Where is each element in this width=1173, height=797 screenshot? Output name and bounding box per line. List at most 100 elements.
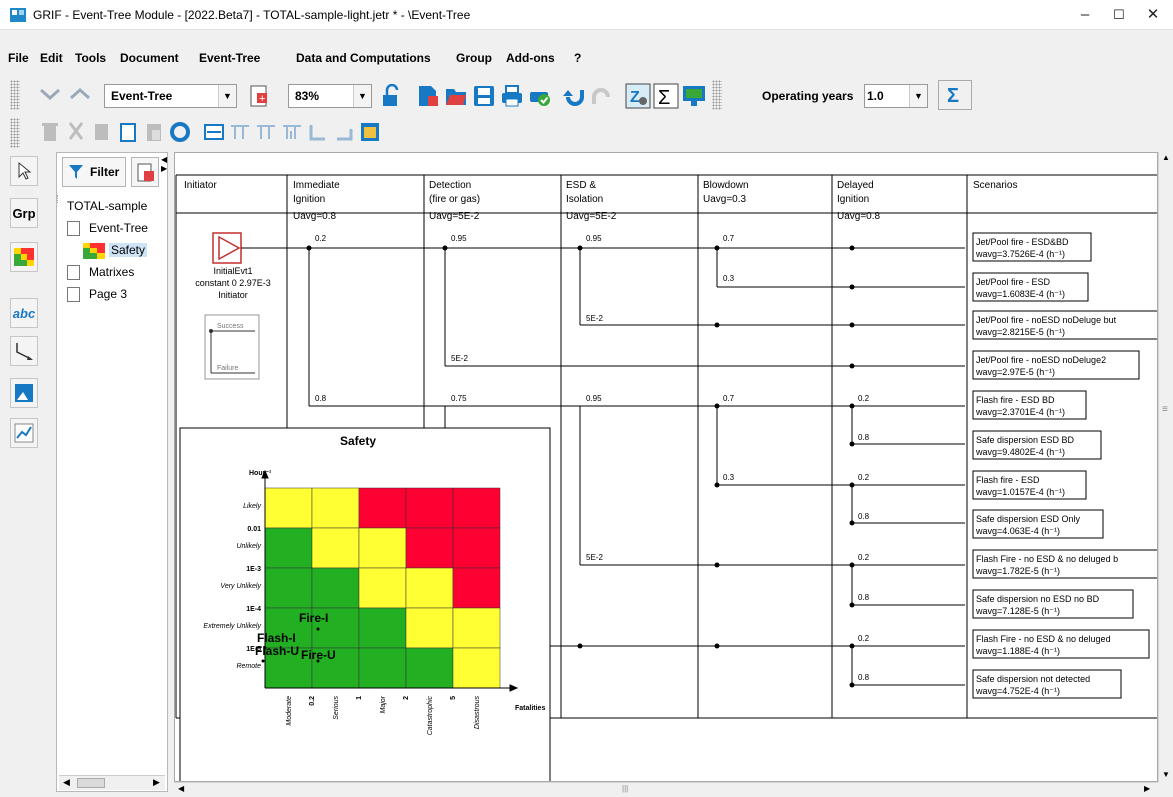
scenario-value: wavg=7.128E-5 (h⁻¹) bbox=[975, 606, 1060, 616]
scenario-box[interactable]: Jet/Pool fire - noESD noDeluge2 wavg=2.97… bbox=[972, 350, 1140, 380]
tree-item-event-tree[interactable]: Event-Tree bbox=[89, 221, 148, 235]
menu-document[interactable]: Document bbox=[120, 51, 179, 65]
connector-tool-icon[interactable] bbox=[10, 336, 38, 366]
menu-file[interactable]: File bbox=[8, 51, 29, 65]
risk-matrix-y-category: Likely bbox=[243, 503, 261, 510]
new-page-icon[interactable]: + bbox=[245, 82, 273, 110]
scenario-box[interactable]: Safe dispersion ESD Only wavg=4.063E-4 (h… bbox=[972, 509, 1104, 539]
module-select-value: Event-Tree bbox=[111, 89, 173, 103]
scenario-box[interactable]: Flash fire - ESD wavg=1.0157E-4 (h⁻¹) bbox=[972, 470, 1087, 500]
scroll-up-icon[interactable]: ▲ bbox=[1162, 153, 1170, 162]
col-header-blowdown: Blowdown bbox=[703, 180, 749, 191]
image-tool-icon[interactable] bbox=[10, 378, 38, 408]
branch-tool-icon[interactable] bbox=[252, 118, 280, 146]
collapse-down-icon[interactable] bbox=[36, 80, 64, 108]
scenario-box[interactable]: Safe dispersion no ESD no BD wavg=7.128E-… bbox=[972, 589, 1134, 619]
scenario-name: Jet/Pool fire - noESD noDeluge2 bbox=[976, 355, 1106, 365]
scenario-box[interactable]: Jet/Pool fire - ESD&BD wavg=3.7526E-4 (h⁻… bbox=[972, 232, 1092, 262]
new-document-icon[interactable] bbox=[414, 82, 442, 110]
horizontal-scrollbar[interactable]: ◀ ||| ▶ bbox=[174, 782, 1158, 797]
scenario-box[interactable]: Jet/Pool fire - ESD wavg=1.6083E-4 (h⁻¹) bbox=[972, 272, 1089, 302]
menu-help[interactable]: ? bbox=[574, 51, 581, 65]
initiator-symbol[interactable] bbox=[212, 232, 242, 264]
scenario-box[interactable]: Safe dispersion not detected wavg=4.752E-… bbox=[972, 669, 1122, 699]
scroll-grip-icon[interactable]: ≡ bbox=[1162, 404, 1168, 415]
collapse-up-icon[interactable] bbox=[66, 80, 94, 108]
filter-button[interactable]: Filter bbox=[62, 157, 126, 187]
scroll-down-icon[interactable]: ▼ bbox=[1162, 770, 1170, 779]
compute-tree-icon[interactable]: Z bbox=[624, 82, 652, 110]
scenario-box[interactable]: Jet/Pool fire - noESD noDeluge but wavg=2… bbox=[972, 310, 1158, 340]
toolbar-grip[interactable] bbox=[10, 118, 20, 148]
table-icon[interactable] bbox=[356, 118, 384, 146]
delete-icon[interactable] bbox=[36, 118, 64, 146]
print-preview-icon[interactable] bbox=[526, 82, 554, 110]
paste-icon[interactable] bbox=[114, 118, 142, 146]
branch-tool-icon[interactable] bbox=[304, 118, 332, 146]
open-folder-icon[interactable] bbox=[442, 82, 470, 110]
monitor-icon[interactable] bbox=[680, 82, 708, 110]
scroll-left-icon[interactable]: ◀ bbox=[63, 777, 70, 788]
menu-edit[interactable]: Edit bbox=[40, 51, 63, 65]
window-title: GRIF - Event-Tree Module - [2022.Beta7] … bbox=[33, 8, 471, 22]
menu-data-computations[interactable]: Data and Computations bbox=[296, 51, 431, 65]
tree-item-safety[interactable]: Safety bbox=[109, 243, 148, 257]
risk-matrix-point[interactable] bbox=[316, 627, 320, 631]
scroll-left-icon[interactable]: ◀ bbox=[178, 784, 184, 793]
risk-matrix-point[interactable] bbox=[261, 659, 265, 663]
maximize-button[interactable]: ☐ bbox=[1104, 4, 1134, 26]
menu-event-tree[interactable]: Event-Tree bbox=[199, 51, 260, 65]
risk-matrix-panel[interactable]: Safety Hour⁻¹ Fatalities Likely Unlikely V… bbox=[179, 427, 551, 782]
scroll-thumb[interactable] bbox=[77, 778, 105, 788]
unlock-icon[interactable] bbox=[376, 82, 404, 110]
toolbar-grip[interactable] bbox=[712, 80, 722, 110]
save-icon[interactable] bbox=[470, 82, 498, 110]
scenario-box[interactable]: Flash Fire - no ESD & no deluged b wavg=1… bbox=[972, 549, 1158, 579]
chart-tool-icon[interactable] bbox=[10, 418, 38, 448]
branch-tool-icon[interactable] bbox=[226, 118, 254, 146]
scroll-grip-icon[interactable]: ||| bbox=[622, 784, 628, 793]
text-tool-button[interactable]: abc bbox=[10, 298, 38, 328]
select-pointer-icon[interactable] bbox=[10, 156, 38, 186]
print-icon[interactable] bbox=[498, 82, 526, 110]
toolbar-grip[interactable] bbox=[10, 80, 20, 110]
scroll-right-icon[interactable]: ▶ bbox=[1144, 784, 1150, 793]
sum-icon[interactable]: Σ bbox=[652, 82, 680, 110]
operating-years-select[interactable]: 1.0 ▼ bbox=[864, 84, 928, 108]
compute-sum-icon[interactable]: Σ bbox=[938, 80, 972, 110]
event-tree-canvas[interactable]: Initiator Immediate Ignition Uavg=0.8 De… bbox=[174, 152, 1158, 782]
refresh-icon[interactable] bbox=[166, 118, 194, 146]
branch-label: 0.8 bbox=[858, 593, 870, 602]
cut-icon[interactable] bbox=[62, 118, 90, 146]
add-page-button[interactable] bbox=[131, 157, 159, 187]
add-branch-icon[interactable] bbox=[200, 118, 228, 146]
group-button[interactable]: Grp bbox=[10, 198, 38, 228]
redo-icon[interactable] bbox=[588, 82, 616, 110]
paste-special-icon[interactable] bbox=[140, 118, 168, 146]
menu-add-ons[interactable]: Add-ons bbox=[506, 51, 555, 65]
branch-tool-icon[interactable] bbox=[330, 118, 358, 146]
copy-icon[interactable] bbox=[88, 118, 116, 146]
scenario-box[interactable]: Safe dispersion ESD BD wavg=9.4802E-4 (h⁻… bbox=[972, 430, 1102, 460]
branch-tool-icon[interactable] bbox=[278, 118, 306, 146]
menu-group[interactable]: Group bbox=[456, 51, 492, 65]
project-tree-panel: Filter ◀ ▶ TOTAL-sample Event-Tree Safety… bbox=[56, 152, 168, 792]
scroll-right-icon[interactable]: ▶ bbox=[153, 777, 160, 788]
tree-root[interactable]: TOTAL-sample bbox=[67, 199, 147, 213]
module-select[interactable]: Event-Tree ▼ bbox=[104, 84, 237, 108]
tree-horizontal-scrollbar[interactable]: ◀ ▶ bbox=[59, 775, 165, 790]
scroll-tab-arrows[interactable]: ◀ ▶ bbox=[161, 155, 167, 173]
vertical-scrollbar[interactable]: ▲ ≡ ▼ bbox=[1158, 152, 1173, 782]
undo-icon[interactable] bbox=[560, 82, 588, 110]
branch-label: 0.2 bbox=[858, 553, 870, 562]
menu-tools[interactable]: Tools bbox=[75, 51, 106, 65]
scenario-box[interactable]: Flash fire - ESD BD wavg=2.3701E-4 (h⁻¹) bbox=[972, 390, 1087, 420]
tree-item-page-3[interactable]: Page 3 bbox=[89, 287, 127, 301]
minimize-button[interactable]: – bbox=[1070, 4, 1100, 26]
matrix-icon[interactable] bbox=[10, 242, 38, 272]
event-tree-diagram: Initiator Immediate Ignition Uavg=0.8 De… bbox=[175, 174, 1158, 782]
scenario-box[interactable]: Flash Fire - no ESD & no deluged wavg=1.1… bbox=[972, 629, 1150, 659]
close-button[interactable]: ✕ bbox=[1138, 4, 1168, 26]
tree-item-matrixes[interactable]: Matrixes bbox=[89, 265, 134, 279]
zoom-select[interactable]: 83% ▼ bbox=[288, 84, 372, 108]
